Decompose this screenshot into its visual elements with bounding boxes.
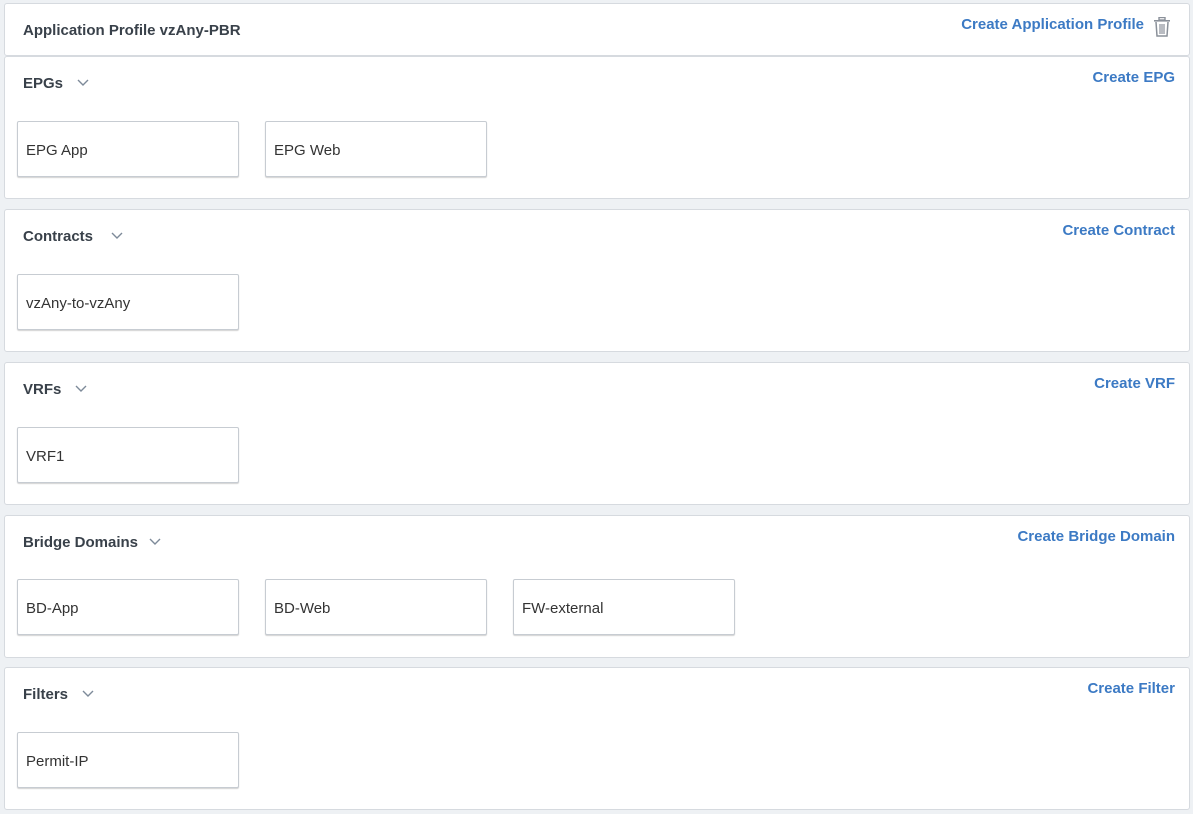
epg-card-web[interactable]: EPG Web [265, 121, 487, 177]
contracts-section-title: Contracts [23, 228, 94, 245]
vrf-card[interactable]: VRF1 [17, 427, 239, 483]
bridge-domain-card-label: BD-Web [274, 600, 331, 617]
chevron-down-icon[interactable] [149, 538, 161, 546]
filter-card-label: Permit-IP [26, 753, 89, 770]
create-filter-link[interactable]: Create Filter [1087, 680, 1175, 697]
chevron-down-icon[interactable] [111, 232, 123, 240]
epg-card-label: EPG Web [274, 142, 341, 159]
bridge-domain-card-fw-external[interactable]: FW-external [513, 579, 735, 635]
bridge-domain-card-web[interactable]: BD-Web [265, 579, 487, 635]
bridge-domain-card-app[interactable]: BD-App [17, 579, 239, 635]
epg-card-label: EPG App [26, 142, 88, 159]
epgs-section-title: EPGs [23, 75, 64, 92]
application-profile-header: Application Profile vzAny-PBR Create App… [4, 3, 1190, 56]
bridge-domains-section: Bridge Domains Create Bridge Domain BD-A… [4, 515, 1190, 658]
epgs-section: EPGs Create EPG EPG App EPG Web [4, 56, 1190, 199]
vrfs-section: VRFs Create VRF VRF1 [4, 362, 1190, 505]
create-epg-link[interactable]: Create EPG [1092, 69, 1175, 86]
create-application-profile-link[interactable]: Create Application Profile [961, 16, 1144, 33]
contracts-section: Contracts Create Contract vzAny-to-vzAny [4, 209, 1190, 352]
filters-section-title: Filters [23, 686, 69, 703]
filters-section: Filters Create Filter Permit-IP [4, 667, 1190, 810]
create-vrf-link[interactable]: Create VRF [1094, 375, 1175, 392]
application-profile-title: Application Profile vzAny-PBR [23, 22, 241, 39]
create-contract-link[interactable]: Create Contract [1062, 222, 1175, 239]
chevron-down-icon[interactable] [75, 385, 87, 393]
epg-card-app[interactable]: EPG App [17, 121, 239, 177]
bridge-domains-section-title: Bridge Domains [23, 534, 139, 551]
chevron-down-icon[interactable] [77, 79, 89, 87]
trash-icon[interactable] [1153, 17, 1171, 37]
bridge-domain-card-label: BD-App [26, 600, 79, 617]
contract-card[interactable]: vzAny-to-vzAny [17, 274, 239, 330]
chevron-down-icon[interactable] [82, 690, 94, 698]
vrfs-section-title: VRFs [23, 381, 62, 398]
vrf-card-label: VRF1 [26, 448, 65, 465]
bridge-domain-card-label: FW-external [522, 600, 604, 617]
contract-card-label: vzAny-to-vzAny [26, 295, 131, 312]
create-bridge-domain-link[interactable]: Create Bridge Domain [1017, 528, 1175, 545]
filter-card[interactable]: Permit-IP [17, 732, 239, 788]
